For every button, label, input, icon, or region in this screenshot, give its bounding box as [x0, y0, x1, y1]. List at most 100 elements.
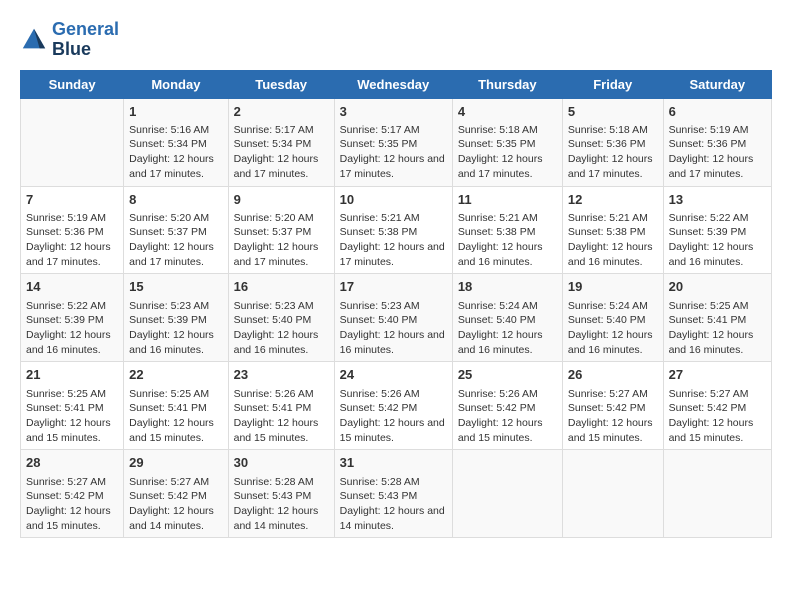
- calendar-cell: 19 Sunrise: 5:24 AM Sunset: 5:40 PM Dayli…: [562, 274, 663, 362]
- calendar-week-row: 21 Sunrise: 5:25 AM Sunset: 5:41 PM Dayli…: [21, 362, 772, 450]
- day-of-week-header: Tuesday: [228, 70, 334, 98]
- calendar-cell: 1 Sunrise: 5:16 AM Sunset: 5:34 PM Daylig…: [124, 98, 228, 186]
- page-header: General Blue: [20, 20, 772, 60]
- day-info: Sunrise: 5:26 AM Sunset: 5:42 PM Dayligh…: [340, 387, 447, 446]
- day-info: Sunrise: 5:18 AM Sunset: 5:36 PM Dayligh…: [568, 123, 658, 182]
- day-number: 19: [568, 278, 658, 296]
- day-number: 8: [129, 191, 222, 209]
- day-info: Sunrise: 5:20 AM Sunset: 5:37 PM Dayligh…: [234, 211, 329, 270]
- day-info: Sunrise: 5:24 AM Sunset: 5:40 PM Dayligh…: [458, 299, 557, 358]
- calendar-cell: 3Sunrise: 5:17 AM Sunset: 5:35 PM Daylig…: [334, 98, 452, 186]
- day-number: 17: [340, 278, 447, 296]
- calendar-cell: 22 Sunrise: 5:25 AM Sunset: 5:41 PM Dayli…: [124, 362, 228, 450]
- day-number: 29: [129, 454, 222, 472]
- calendar-cell: 28 Sunrise: 5:27 AM Sunset: 5:42 PM Dayli…: [21, 450, 124, 538]
- day-info: Sunrise: 5:27 AM Sunset: 5:42 PM Dayligh…: [129, 475, 222, 534]
- day-info: Sunrise: 5:28 AM Sunset: 5:43 PM Dayligh…: [234, 475, 329, 534]
- calendar-cell: 26 Sunrise: 5:27 AM Sunset: 5:42 PM Dayli…: [562, 362, 663, 450]
- calendar-cell: [452, 450, 562, 538]
- calendar-cell: 30 Sunrise: 5:28 AM Sunset: 5:43 PM Dayli…: [228, 450, 334, 538]
- day-number: 27: [669, 366, 766, 384]
- calendar-week-row: 1 Sunrise: 5:16 AM Sunset: 5:34 PM Daylig…: [21, 98, 772, 186]
- calendar-table: SundayMondayTuesdayWednesdayThursdayFrid…: [20, 70, 772, 539]
- day-info: Sunrise: 5:26 AM Sunset: 5:42 PM Dayligh…: [458, 387, 557, 446]
- day-info: Sunrise: 5:22 AM Sunset: 5:39 PM Dayligh…: [669, 211, 766, 270]
- day-info: Sunrise: 5:21 AM Sunset: 5:38 PM Dayligh…: [568, 211, 658, 270]
- day-info: Sunrise: 5:27 AM Sunset: 5:42 PM Dayligh…: [669, 387, 766, 446]
- day-number: 26: [568, 366, 658, 384]
- calendar-cell: 27 Sunrise: 5:27 AM Sunset: 5:42 PM Dayli…: [663, 362, 771, 450]
- calendar-cell: 31 Sunrise: 5:28 AM Sunset: 5:43 PM Dayli…: [334, 450, 452, 538]
- calendar-cell: 24Sunrise: 5:26 AM Sunset: 5:42 PM Dayli…: [334, 362, 452, 450]
- day-number: 13: [669, 191, 766, 209]
- day-number: 11: [458, 191, 557, 209]
- day-of-week-header: Monday: [124, 70, 228, 98]
- day-info: Sunrise: 5:16 AM Sunset: 5:34 PM Dayligh…: [129, 123, 222, 182]
- day-info: Sunrise: 5:27 AM Sunset: 5:42 PM Dayligh…: [568, 387, 658, 446]
- day-info: Sunrise: 5:20 AM Sunset: 5:37 PM Dayligh…: [129, 211, 222, 270]
- day-info: Sunrise: 5:25 AM Sunset: 5:41 PM Dayligh…: [669, 299, 766, 358]
- day-number: 18: [458, 278, 557, 296]
- day-info: Sunrise: 5:24 AM Sunset: 5:40 PM Dayligh…: [568, 299, 658, 358]
- day-number: 31: [340, 454, 447, 472]
- day-info: Sunrise: 5:27 AM Sunset: 5:42 PM Dayligh…: [26, 475, 118, 534]
- day-number: 22: [129, 366, 222, 384]
- calendar-week-row: 14Sunrise: 5:22 AM Sunset: 5:39 PM Dayli…: [21, 274, 772, 362]
- logo: General Blue: [20, 20, 119, 60]
- calendar-cell: 13 Sunrise: 5:22 AM Sunset: 5:39 PM Dayli…: [663, 186, 771, 274]
- calendar-week-row: 7Sunrise: 5:19 AM Sunset: 5:36 PM Daylig…: [21, 186, 772, 274]
- day-info: Sunrise: 5:28 AM Sunset: 5:43 PM Dayligh…: [340, 475, 447, 534]
- day-number: 20: [669, 278, 766, 296]
- day-info: Sunrise: 5:25 AM Sunset: 5:41 PM Dayligh…: [26, 387, 118, 446]
- day-info: Sunrise: 5:21 AM Sunset: 5:38 PM Dayligh…: [340, 211, 447, 270]
- day-number: 16: [234, 278, 329, 296]
- day-number: 2: [234, 103, 329, 121]
- day-info: Sunrise: 5:23 AM Sunset: 5:40 PM Dayligh…: [340, 299, 447, 358]
- calendar-cell: 7Sunrise: 5:19 AM Sunset: 5:36 PM Daylig…: [21, 186, 124, 274]
- day-number: 4: [458, 103, 557, 121]
- day-number: 21: [26, 366, 118, 384]
- day-info: Sunrise: 5:23 AM Sunset: 5:39 PM Dayligh…: [129, 299, 222, 358]
- day-of-week-header: Wednesday: [334, 70, 452, 98]
- day-of-week-header: Saturday: [663, 70, 771, 98]
- day-info: Sunrise: 5:17 AM Sunset: 5:35 PM Dayligh…: [340, 123, 447, 182]
- calendar-cell: 18 Sunrise: 5:24 AM Sunset: 5:40 PM Dayli…: [452, 274, 562, 362]
- calendar-cell: 16Sunrise: 5:23 AM Sunset: 5:40 PM Dayli…: [228, 274, 334, 362]
- day-number: 6: [669, 103, 766, 121]
- day-number: 7: [26, 191, 118, 209]
- logo-icon: [20, 26, 48, 54]
- calendar-cell: 4Sunrise: 5:18 AM Sunset: 5:35 PM Daylig…: [452, 98, 562, 186]
- calendar-cell: [21, 98, 124, 186]
- day-of-week-header: Sunday: [21, 70, 124, 98]
- calendar-cell: 23Sunrise: 5:26 AM Sunset: 5:41 PM Dayli…: [228, 362, 334, 450]
- day-number: 25: [458, 366, 557, 384]
- day-info: Sunrise: 5:17 AM Sunset: 5:34 PM Dayligh…: [234, 123, 329, 182]
- calendar-cell: 5 Sunrise: 5:18 AM Sunset: 5:36 PM Daylig…: [562, 98, 663, 186]
- calendar-cell: 15Sunrise: 5:23 AM Sunset: 5:39 PM Dayli…: [124, 274, 228, 362]
- calendar-cell: 21 Sunrise: 5:25 AM Sunset: 5:41 PM Dayli…: [21, 362, 124, 450]
- calendar-cell: [562, 450, 663, 538]
- calendar-cell: 10 Sunrise: 5:21 AM Sunset: 5:38 PM Dayli…: [334, 186, 452, 274]
- day-number: 1: [129, 103, 222, 121]
- day-info: Sunrise: 5:22 AM Sunset: 5:39 PM Dayligh…: [26, 299, 118, 358]
- calendar-header-row: SundayMondayTuesdayWednesdayThursdayFrid…: [21, 70, 772, 98]
- day-number: 30: [234, 454, 329, 472]
- calendar-cell: 2 Sunrise: 5:17 AM Sunset: 5:34 PM Daylig…: [228, 98, 334, 186]
- calendar-cell: 29 Sunrise: 5:27 AM Sunset: 5:42 PM Dayli…: [124, 450, 228, 538]
- day-info: Sunrise: 5:25 AM Sunset: 5:41 PM Dayligh…: [129, 387, 222, 446]
- day-number: 9: [234, 191, 329, 209]
- day-number: 5: [568, 103, 658, 121]
- day-number: 28: [26, 454, 118, 472]
- day-info: Sunrise: 5:19 AM Sunset: 5:36 PM Dayligh…: [669, 123, 766, 182]
- day-number: 10: [340, 191, 447, 209]
- calendar-cell: 17 Sunrise: 5:23 AM Sunset: 5:40 PM Dayli…: [334, 274, 452, 362]
- calendar-cell: 12 Sunrise: 5:21 AM Sunset: 5:38 PM Dayli…: [562, 186, 663, 274]
- calendar-cell: 20 Sunrise: 5:25 AM Sunset: 5:41 PM Dayli…: [663, 274, 771, 362]
- day-of-week-header: Friday: [562, 70, 663, 98]
- day-number: 23: [234, 366, 329, 384]
- day-number: 12: [568, 191, 658, 209]
- calendar-cell: 9 Sunrise: 5:20 AM Sunset: 5:37 PM Daylig…: [228, 186, 334, 274]
- calendar-cell: [663, 450, 771, 538]
- calendar-cell: 14Sunrise: 5:22 AM Sunset: 5:39 PM Dayli…: [21, 274, 124, 362]
- calendar-week-row: 28 Sunrise: 5:27 AM Sunset: 5:42 PM Dayli…: [21, 450, 772, 538]
